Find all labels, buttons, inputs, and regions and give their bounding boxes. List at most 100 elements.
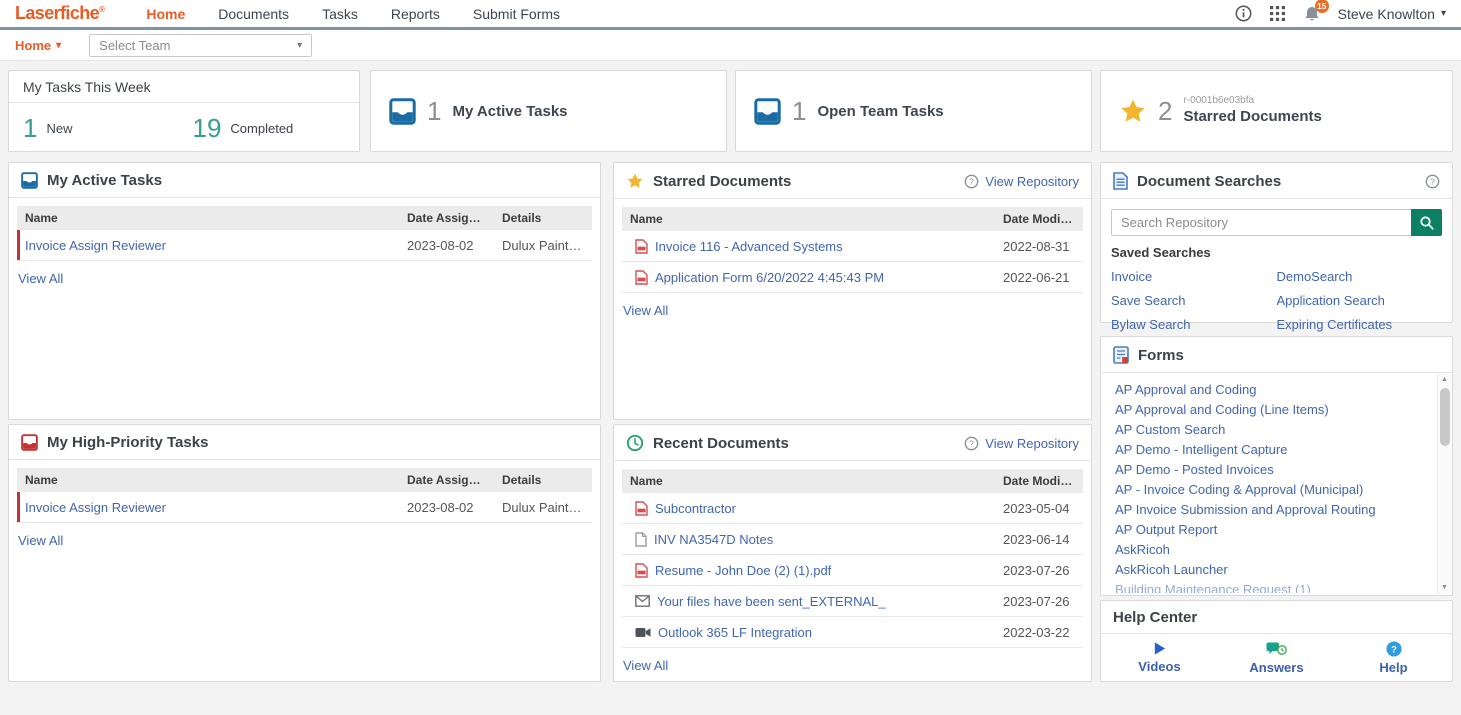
document-link[interactable]: Application Form 6/20/2022 4:45:43 PM bbox=[655, 270, 884, 285]
scrollbar-track[interactable] bbox=[1438, 386, 1451, 582]
card-label: Starred Documents bbox=[1183, 108, 1321, 127]
form-link[interactable]: AP Output Report bbox=[1115, 520, 1426, 540]
table-row[interactable]: Resume - John Doe (2) (1).pdf 2023-07-26 bbox=[622, 555, 1083, 586]
search-button[interactable] bbox=[1411, 209, 1442, 236]
form-link[interactable]: Building Maintenance Request (1) bbox=[1115, 580, 1426, 593]
scroll-up-icon[interactable]: ▲ bbox=[1441, 374, 1448, 386]
table-row[interactable]: Invoice Assign Reviewer 2023-08-02 Dulux… bbox=[17, 230, 592, 261]
form-link[interactable]: AP Demo - Intelligent Capture bbox=[1115, 440, 1426, 460]
info-icon[interactable] bbox=[1235, 5, 1252, 22]
panel-forms: Forms AP Approval and Coding AP Approval… bbox=[1100, 336, 1453, 596]
stat-new-tasks: 1 New bbox=[23, 113, 72, 144]
document-link[interactable]: Outlook 365 LF Integration bbox=[658, 625, 812, 640]
forms-icon bbox=[1113, 346, 1129, 364]
star-icon bbox=[1119, 97, 1147, 125]
help-circle-icon[interactable]: ? bbox=[964, 436, 979, 451]
form-link[interactable]: AP Custom Search bbox=[1115, 420, 1426, 440]
panel-title: Document Searches bbox=[1137, 173, 1281, 190]
help-center-help[interactable]: ? Help bbox=[1335, 641, 1452, 675]
card-starred-documents[interactable]: 2 r-0001b6e03bfa Starred Documents bbox=[1100, 70, 1453, 152]
document-link[interactable]: Resume - John Doe (2) (1).pdf bbox=[655, 563, 831, 578]
video-icon bbox=[635, 627, 651, 638]
saved-search-link[interactable]: Save Search bbox=[1111, 293, 1277, 308]
table-row[interactable]: Your files have been sent_EXTERNAL_ 2023… bbox=[622, 586, 1083, 617]
breadcrumb-home-dropdown[interactable]: Home ▾ bbox=[15, 38, 61, 53]
view-all-link[interactable]: View All bbox=[18, 271, 63, 286]
document-link[interactable]: INV NA3547D Notes bbox=[654, 532, 773, 547]
scroll-down-icon[interactable]: ▼ bbox=[1441, 582, 1448, 594]
nav-item-home[interactable]: Home bbox=[146, 6, 185, 22]
form-link[interactable]: AP - Invoice Coding & Approval (Municipa… bbox=[1115, 480, 1426, 500]
help-center-videos[interactable]: Videos bbox=[1101, 641, 1218, 675]
saved-search-link[interactable]: Invoice bbox=[1111, 269, 1277, 284]
document-link[interactable]: Subcontractor bbox=[655, 501, 736, 516]
team-select-placeholder: Select Team bbox=[99, 38, 170, 53]
panel-title: Recent Documents bbox=[653, 435, 789, 452]
help-circle-icon[interactable]: ? bbox=[1425, 174, 1440, 189]
nav-item-documents[interactable]: Documents bbox=[218, 6, 289, 22]
view-repository-link[interactable]: View Repository bbox=[985, 436, 1079, 451]
view-repository-link[interactable]: View Repository bbox=[985, 174, 1079, 189]
notifications-bell-icon[interactable]: 15 bbox=[1303, 5, 1321, 23]
task-link[interactable]: Invoice Assign Reviewer bbox=[25, 500, 166, 515]
form-link[interactable]: AP Invoice Submission and Approval Routi… bbox=[1115, 500, 1426, 520]
team-select-dropdown[interactable]: Select Team ▾ bbox=[89, 34, 312, 57]
saved-search-link[interactable]: Expiring Certificates bbox=[1277, 317, 1443, 332]
registered-mark: ® bbox=[99, 5, 104, 14]
document-link[interactable]: Your files have been sent_EXTERNAL_ bbox=[657, 594, 886, 609]
app-grid-icon[interactable] bbox=[1269, 5, 1286, 22]
date-modified: 2022-03-22 bbox=[995, 625, 1083, 640]
document-search-icon bbox=[1113, 172, 1128, 190]
card-label: Open Team Tasks bbox=[817, 103, 943, 120]
user-menu[interactable]: Steve Knowlton ▾ bbox=[1338, 6, 1446, 22]
svg-text:?: ? bbox=[1430, 176, 1435, 186]
date-modified: 2023-07-26 bbox=[995, 563, 1083, 578]
scrollbar-thumb[interactable] bbox=[1440, 388, 1450, 446]
table-row[interactable]: Application Form 6/20/2022 4:45:43 PM 20… bbox=[622, 262, 1083, 293]
active-tasks-count: 1 bbox=[427, 96, 441, 127]
svg-text:?: ? bbox=[1391, 643, 1397, 654]
nav-item-tasks[interactable]: Tasks bbox=[322, 6, 358, 22]
task-tray-icon bbox=[754, 98, 781, 125]
help-circle-icon[interactable]: ? bbox=[964, 174, 979, 189]
form-link[interactable]: AP Demo - Posted Invoices bbox=[1115, 460, 1426, 480]
play-icon bbox=[1152, 641, 1167, 656]
table-row[interactable]: INV NA3547D Notes 2023-06-14 bbox=[622, 524, 1083, 555]
saved-search-link[interactable]: DemoSearch bbox=[1277, 269, 1443, 284]
document-link[interactable]: Invoice 116 - Advanced Systems bbox=[655, 239, 843, 254]
help-center-answers[interactable]: Answers bbox=[1218, 641, 1335, 675]
card-my-active-tasks[interactable]: 1 My Active Tasks bbox=[370, 70, 727, 152]
task-tray-icon bbox=[389, 98, 416, 125]
priority-indicator bbox=[17, 492, 20, 522]
table-header: Name Date Modified bbox=[622, 207, 1083, 231]
nav-item-submit-forms[interactable]: Submit Forms bbox=[473, 6, 560, 22]
nav-item-reports[interactable]: Reports bbox=[391, 6, 440, 22]
panel-document-searches: Document Searches ? Saved Searches bbox=[1100, 162, 1453, 323]
form-link[interactable]: AP Approval and Coding bbox=[1115, 380, 1426, 400]
task-link[interactable]: Invoice Assign Reviewer bbox=[25, 238, 166, 253]
table-row[interactable]: Outlook 365 LF Integration 2022-03-22 bbox=[622, 617, 1083, 648]
laserfiche-logo[interactable]: Laserfiche® bbox=[15, 3, 104, 24]
table-header: Name Date Assigned Details bbox=[17, 206, 592, 230]
form-link[interactable]: AskRicoh Launcher bbox=[1115, 560, 1426, 580]
saved-search-link[interactable]: Bylaw Search bbox=[1111, 317, 1277, 332]
saved-search-link[interactable]: Application Search bbox=[1277, 293, 1443, 308]
table-row[interactable]: Invoice 116 - Advanced Systems 2022-08-3… bbox=[622, 231, 1083, 262]
svg-text:?: ? bbox=[969, 438, 974, 448]
scrollbar[interactable]: ▲ ▼ bbox=[1437, 374, 1451, 594]
date-modified: 2022-06-21 bbox=[995, 270, 1083, 285]
pdf-icon bbox=[635, 563, 648, 578]
card-title: My Tasks This Week bbox=[9, 71, 359, 103]
view-all-link[interactable]: View All bbox=[623, 658, 668, 673]
table-row[interactable]: Invoice Assign Reviewer 2023-08-02 Dulux… bbox=[17, 492, 592, 523]
table-header: Name Date Assigned Details bbox=[17, 468, 592, 492]
view-all-link[interactable]: View All bbox=[18, 533, 63, 548]
card-open-team-tasks[interactable]: 1 Open Team Tasks bbox=[735, 70, 1092, 152]
form-link[interactable]: AP Approval and Coding (Line Items) bbox=[1115, 400, 1426, 420]
chat-icon bbox=[1266, 641, 1287, 657]
search-repository-input[interactable] bbox=[1111, 209, 1411, 236]
view-all-link[interactable]: View All bbox=[623, 303, 668, 318]
form-link[interactable]: AskRicoh bbox=[1115, 540, 1426, 560]
stat-completed-tasks: 19 Completed bbox=[192, 113, 293, 144]
table-row[interactable]: Subcontractor 2023-05-04 bbox=[622, 493, 1083, 524]
